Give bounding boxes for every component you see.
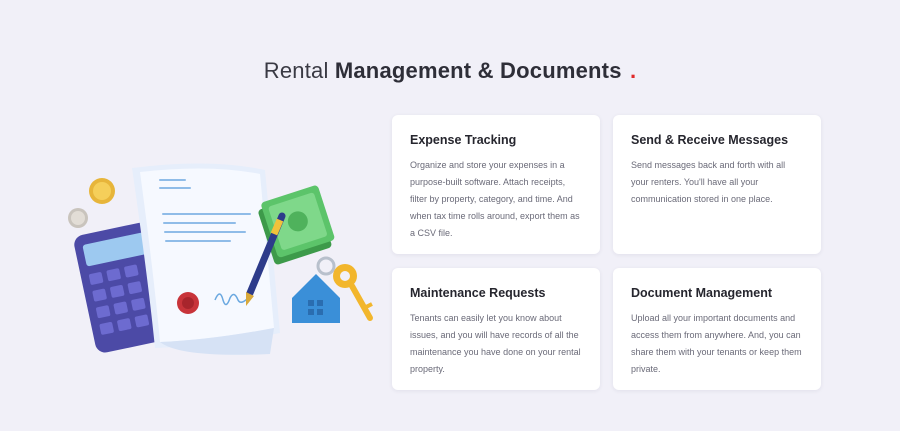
card-title: Document Management (631, 286, 772, 300)
feature-card-document-management: Document Management Upload all your impo… (613, 268, 821, 390)
house-keychain-icon (292, 256, 340, 323)
section-title: Rental Management & Documents . (0, 58, 900, 84)
coin-icon-silver (68, 208, 88, 228)
rental-illustration (60, 158, 380, 368)
card-body: Tenants can easily let you know about is… (410, 313, 581, 374)
feature-card-expense-tracking: Expense Tracking Organize and store your… (392, 115, 600, 254)
section-title-dot: . (629, 58, 637, 83)
section-title-light: Rental (263, 58, 329, 83)
rental-illustration-svg (68, 163, 373, 355)
document-icon (132, 163, 280, 355)
section-title-bold: Management & Documents (334, 58, 622, 83)
feature-card-messages: Send & Receive Messages Send messages ba… (613, 115, 821, 254)
wax-seal-icon (177, 292, 199, 314)
card-title: Maintenance Requests (410, 286, 546, 300)
card-body: Organize and store your expenses in a pu… (410, 160, 580, 238)
card-title: Send & Receive Messages (631, 133, 789, 147)
feature-card-maintenance-requests: Maintenance Requests Tenants can easily … (392, 268, 600, 390)
card-body: Send messages back and forth with all yo… (631, 160, 786, 204)
card-body: Upload all your important documents and … (631, 313, 802, 374)
coin-icon (89, 178, 115, 204)
card-title: Expense Tracking (410, 133, 517, 147)
